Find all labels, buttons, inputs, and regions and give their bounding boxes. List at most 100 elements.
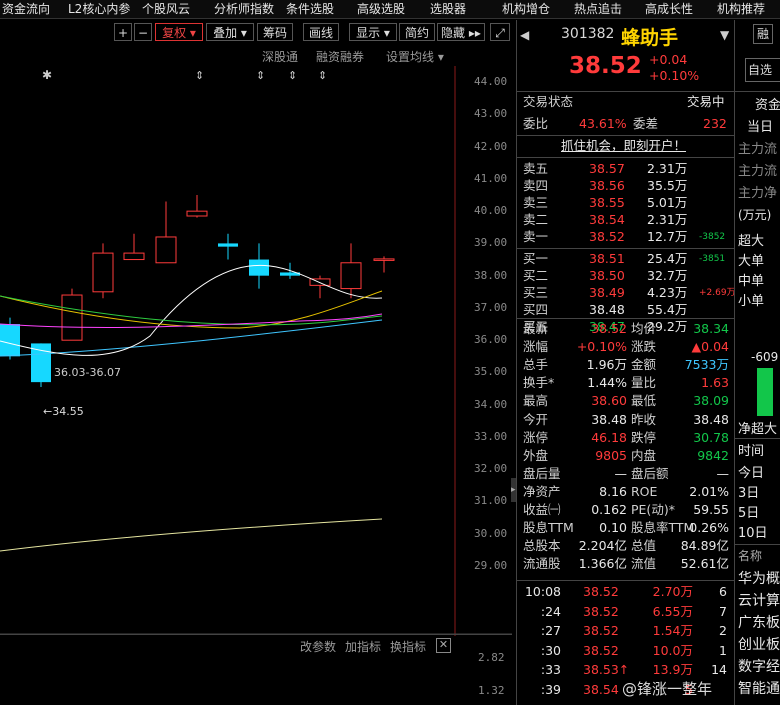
stat-label: ROE — [631, 483, 658, 499]
tick-time: :39 — [540, 681, 561, 697]
stat-label: 总股本 — [523, 538, 561, 554]
chart-toolbar: + − 复权 ▾ 叠加 ▾ 筹码 画线 显示 ▾ 简约 隐藏 ▸▸ ⤢ — [0, 20, 512, 44]
level-volume: 12.7万 — [647, 229, 688, 244]
level-price: 38.52 — [589, 229, 625, 244]
svg-text:⇕: ⇕ — [318, 69, 327, 82]
top-menu-item[interactable]: 高成长性 — [645, 0, 693, 18]
order-book-row[interactable]: 买四 38.48 55.4万 — [517, 301, 729, 319]
stat-value: 0.162 — [591, 502, 627, 517]
top-menu-item[interactable]: 分析师指数 — [214, 0, 274, 18]
stats-row: 股息TTM 0.10 股息率TTM 0.26% — [517, 519, 729, 537]
tick-volume: 13.9万 — [652, 662, 693, 677]
change-params-link[interactable]: 改参数 — [300, 638, 336, 655]
price-axis-label: 41.00 — [474, 171, 508, 185]
stat-value: 1.44% — [587, 375, 627, 391]
tick-row: :33 38.53↑ 13.9万 14 — [517, 661, 729, 679]
wei-ratio: 43.61% — [579, 116, 627, 131]
top-menu-item[interactable]: 选股器 — [430, 0, 466, 18]
promo-link[interactable]: 抓住机会，即刻开户！ — [561, 137, 686, 155]
period-5d[interactable]: 5日 — [738, 502, 759, 521]
concept-item[interactable]: 华为概 — [738, 568, 780, 588]
candle-body — [155, 236, 177, 264]
order-book-row[interactable]: 卖二 38.54 2.31万 — [517, 211, 729, 229]
stat-value: 46.18 — [591, 429, 627, 445]
top-menu-item[interactable]: L2核心内参 — [68, 0, 130, 18]
top-menu-item[interactable]: 机构推荐 — [717, 0, 765, 18]
top-menu-item[interactable]: 资金流向 — [2, 0, 50, 18]
unit-label: (万元) — [738, 208, 772, 222]
next-stock-icon[interactable]: ▼ — [720, 28, 729, 42]
kline-chart[interactable]: ✱ ⇕ ⇕ ⇕ ⇕ — [0, 66, 512, 636]
price-axis-label: 30.00 — [474, 526, 508, 540]
order-book-row[interactable]: 卖四 38.56 35.5万 — [517, 177, 729, 195]
top-menu-item[interactable]: 机构增仓 — [502, 0, 550, 18]
simple-button[interactable]: 简约 — [399, 23, 435, 41]
set-ma-link[interactable]: 设置均线 ▾ — [386, 48, 444, 65]
fund-tab[interactable]: 资金 — [755, 94, 780, 113]
margin-trading-link[interactable]: 融资融券 — [316, 48, 364, 65]
concept-item[interactable]: 广东板 — [738, 612, 780, 632]
order-book-row[interactable]: 卖一 38.52 12.7万 -3852 — [517, 228, 729, 246]
stat-label: 总手 — [523, 357, 549, 373]
level-label: 卖一 — [523, 229, 549, 244]
indicator-axis-bottom: 1.32 — [478, 684, 505, 697]
low-price-marker: ←34.55 — [43, 405, 84, 418]
concept-item[interactable]: 创业板 — [738, 634, 780, 654]
level-label: 买一 — [523, 251, 549, 266]
order-book-row[interactable]: 卖五 38.57 2.31万 — [517, 160, 729, 178]
price-axis-label: 42.00 — [474, 139, 508, 153]
order-book-row[interactable]: 买三 38.49 4.23万 +2.69万 — [517, 284, 736, 302]
candle-body — [373, 258, 395, 261]
draw-line-button[interactable]: 画线 — [303, 23, 339, 41]
level-volume: 2.31万 — [647, 212, 688, 227]
fund-subtab[interactable]: 当日 — [747, 116, 773, 135]
switch-indicator-link[interactable]: 换指标 — [390, 638, 426, 655]
add-indicator-link[interactable]: 加指标 — [345, 638, 381, 655]
overlay-button[interactable]: 叠加 ▾ — [206, 23, 254, 41]
stats-row: 最高 38.60 最低 38.09 — [517, 392, 729, 410]
candle-body — [340, 262, 362, 290]
quote-panel: ◀ 301382 蜂助手 ▼ 38.52 +0.04 +0.10% 交易状态 交… — [516, 20, 736, 705]
chips-button[interactable]: 筹码 — [257, 23, 293, 41]
zoom-out-button[interactable]: − — [134, 23, 152, 41]
tick-volume: 2.70万 — [652, 584, 693, 599]
price-change: +0.04 — [649, 52, 688, 67]
expand-icon[interactable]: ⤢ — [490, 23, 510, 41]
period-3d[interactable]: 3日 — [738, 482, 759, 501]
sz-connect-link[interactable]: 深股通 — [262, 48, 298, 65]
order-book-row[interactable]: 买二 38.50 32.7万 — [517, 267, 729, 285]
concept-item[interactable]: 云计算 — [738, 590, 780, 610]
top-menu-item[interactable]: 个股风云 — [142, 0, 190, 18]
top-menu-item[interactable]: 高级选股 — [357, 0, 405, 18]
fuquan-button[interactable]: 复权 ▾ — [155, 23, 203, 41]
level-price: 38.50 — [589, 268, 625, 283]
order-book-row[interactable]: 买一 38.51 25.4万 -3851 — [517, 250, 729, 268]
stat-value: 59.55 — [693, 502, 729, 517]
period-10d[interactable]: 10日 — [738, 522, 768, 541]
zixuan-button[interactable]: 自选 — [745, 58, 780, 82]
zoom-in-button[interactable]: + — [114, 23, 132, 41]
stat-label: 外盘 — [523, 447, 549, 463]
concept-item[interactable]: 智能通 — [738, 678, 780, 698]
order-book-row[interactable]: 卖三 38.55 5.01万 — [517, 194, 729, 212]
candle-body — [0, 324, 20, 357]
price-axis-label: 33.00 — [474, 429, 508, 443]
prev-stock-icon[interactable]: ◀ — [520, 28, 529, 42]
stat-value: 38.34 — [693, 321, 729, 336]
period-today[interactable]: 今日 — [738, 462, 764, 481]
top-menu-item[interactable]: 条件选股 — [286, 0, 334, 18]
tick-count: 6 — [719, 584, 727, 599]
concept-item[interactable]: 数字经 — [738, 656, 780, 676]
trade-status-value: 交易中 — [687, 94, 725, 109]
tick-row: :27 38.52 1.54万 2 — [517, 622, 729, 640]
trade-status-row: 交易状态 交易中 — [517, 93, 729, 111]
hide-button[interactable]: 隐藏 ▸▸ — [437, 23, 485, 41]
top-menu-item[interactable]: 热点追击 — [574, 0, 622, 18]
level-volume: 4.23万 — [647, 285, 688, 300]
rong-badge[interactable]: 融 — [753, 24, 773, 44]
close-indicator-icon[interactable]: ✕ — [436, 638, 451, 653]
price-axis-label: 38.00 — [474, 268, 508, 282]
divider — [517, 157, 735, 158]
net-super-label: 净超大 — [738, 422, 778, 437]
display-button[interactable]: 显示 ▾ — [349, 23, 397, 41]
